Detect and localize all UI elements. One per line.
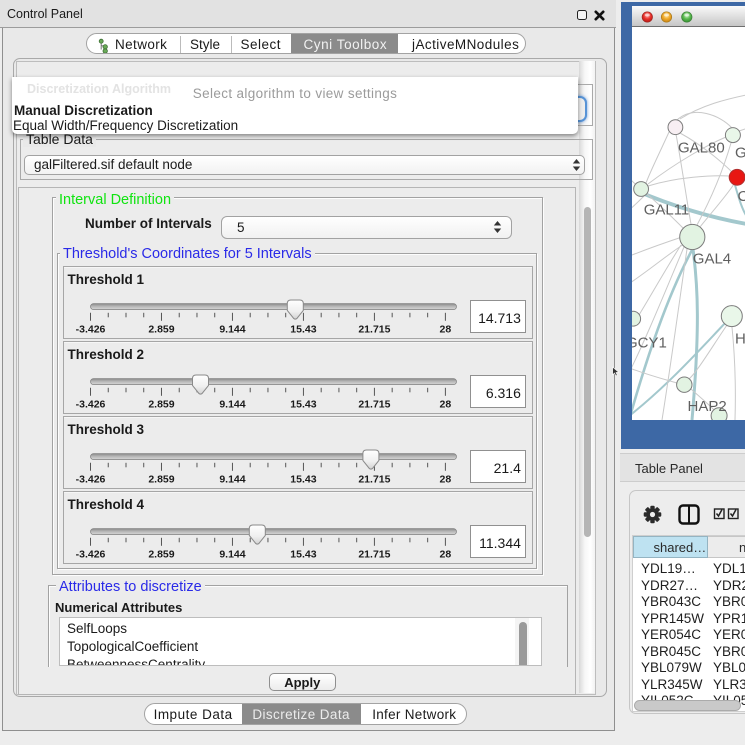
- svg-text:15.43: 15.43: [290, 324, 316, 336]
- svg-text:15.43: 15.43: [290, 549, 316, 561]
- svg-text:GAL11: GAL11: [644, 201, 690, 218]
- svg-text:21.715: 21.715: [358, 549, 390, 561]
- svg-text:GCY1: GCY1: [632, 335, 667, 352]
- svg-text:9.144: 9.144: [219, 474, 245, 486]
- svg-text:21.715: 21.715: [358, 324, 390, 336]
- svg-text:-3.426: -3.426: [75, 324, 105, 336]
- svg-text:2.859: 2.859: [148, 399, 174, 411]
- svg-text:9.144: 9.144: [219, 324, 245, 336]
- svg-text:2.859: 2.859: [148, 324, 174, 336]
- svg-text:28: 28: [439, 399, 451, 411]
- svg-text:HAP2: HAP2: [688, 398, 727, 415]
- svg-text:28: 28: [439, 549, 451, 561]
- svg-text:-3.426: -3.426: [75, 549, 105, 561]
- svg-text:-3.426: -3.426: [75, 474, 105, 486]
- svg-text:28: 28: [439, 474, 451, 486]
- svg-text:GAL80: GAL80: [678, 140, 725, 157]
- svg-text:2.859: 2.859: [148, 549, 174, 561]
- svg-text:9.144: 9.144: [219, 549, 245, 561]
- svg-text:15.43: 15.43: [290, 399, 316, 411]
- svg-text:2.859: 2.859: [148, 474, 174, 486]
- svg-text:GAL7: GAL7: [735, 144, 745, 161]
- svg-text:21.715: 21.715: [358, 474, 390, 486]
- svg-text:28: 28: [439, 324, 451, 336]
- svg-text:21.715: 21.715: [358, 399, 390, 411]
- svg-text:-3.426: -3.426: [75, 399, 105, 411]
- svg-text:HIS: HIS: [735, 331, 745, 348]
- svg-text:9.144: 9.144: [219, 399, 245, 411]
- svg-text:CYB: CYB: [738, 188, 745, 205]
- svg-text:15.43: 15.43: [290, 474, 316, 486]
- svg-text:GAL4: GAL4: [693, 250, 731, 267]
